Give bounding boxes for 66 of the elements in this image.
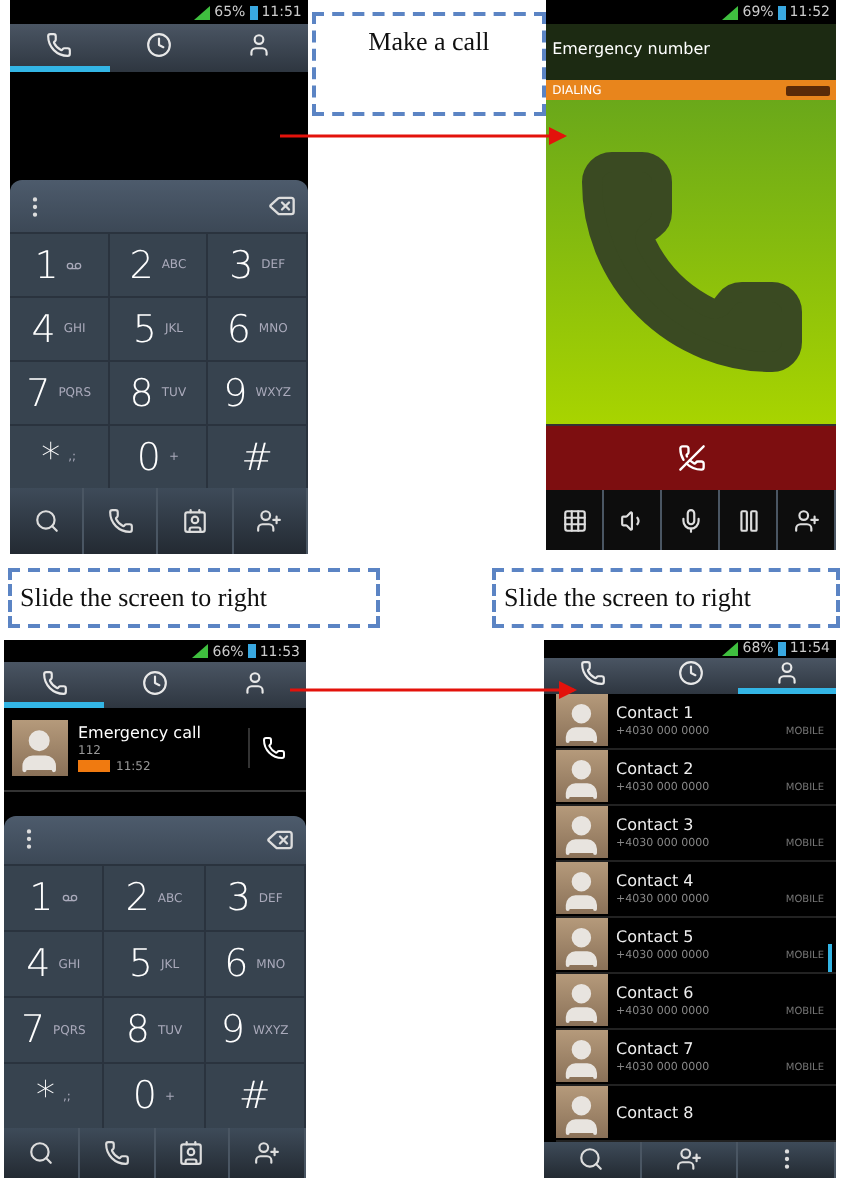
- phone-icon: [579, 659, 606, 686]
- contact-name: Contact 1: [616, 703, 696, 722]
- contact-name: Contact 3: [616, 815, 696, 834]
- scrollbar: [828, 944, 832, 972]
- search-icon: [578, 1146, 605, 1173]
- dial-key[interactable]: #: [208, 424, 308, 488]
- add-contact-icon: [676, 1146, 702, 1173]
- pause-icon: [735, 507, 762, 533]
- avatar-silhouette: [556, 750, 608, 803]
- add-contact-icon: [254, 1140, 281, 1167]
- dial-key[interactable]: 1: [4, 864, 105, 931]
- state-chip: [785, 85, 830, 95]
- avatar-silhouette: [556, 806, 608, 859]
- contact-name: Contact 8: [616, 1103, 696, 1122]
- speaker-icon: [619, 507, 646, 533]
- contact-name: Contact 5: [616, 927, 696, 946]
- avatar-silhouette: [556, 862, 608, 915]
- battery-icon: [247, 644, 256, 659]
- contact-row[interactable]: Contact 8: [556, 1085, 836, 1142]
- dial-key[interactable]: #: [205, 1062, 306, 1129]
- avatar-silhouette: [12, 720, 68, 777]
- contact-name: Contact 2: [616, 759, 696, 778]
- phone-icon: [46, 32, 73, 58]
- phone-icon: [262, 736, 286, 761]
- avatar-silhouette: [556, 694, 608, 747]
- tab[interactable]: [738, 657, 836, 694]
- add-contact-icon: [793, 507, 819, 533]
- person-icon: [242, 669, 269, 696]
- search-icon: [27, 1140, 54, 1167]
- caption: Slide the screen to right: [8, 567, 380, 627]
- signal-icon: [722, 5, 739, 19]
- battery-icon: [777, 5, 786, 19]
- search-icon: [33, 508, 60, 534]
- avatar-silhouette: [556, 1086, 608, 1139]
- voicemail-icon: [66, 257, 83, 273]
- phone-icon: [41, 669, 68, 696]
- dialpad-icon: [561, 507, 588, 533]
- clock-icon: [141, 669, 168, 696]
- voicemail-icon: [61, 890, 78, 907]
- call-icon: [103, 1140, 130, 1167]
- signal-icon: [194, 5, 211, 19]
- contact-name: Contact 6: [616, 983, 696, 1002]
- avatar-silhouette: [556, 974, 608, 1027]
- backspace-icon[interactable]: [267, 192, 296, 220]
- caption: Slide the screen to right: [492, 567, 840, 627]
- caller-name: Emergency call: [78, 723, 203, 742]
- avatar-silhouette: [556, 1030, 608, 1083]
- dial-key[interactable]: 1: [10, 232, 110, 296]
- hang-up-icon: [677, 444, 706, 472]
- person-icon: [245, 32, 272, 58]
- call-title: Emergency number: [546, 24, 836, 80]
- person-icon: [774, 659, 801, 686]
- contact-name: Contact 7: [616, 1039, 696, 1058]
- avatar-silhouette: [556, 918, 608, 971]
- call-icon: [107, 508, 134, 534]
- clock-icon: [677, 659, 703, 686]
- contact-card-icon: [182, 508, 209, 534]
- mic-icon: [677, 507, 704, 533]
- contact-name: Contact 4: [616, 871, 696, 890]
- contact-card-icon: [178, 1140, 205, 1167]
- battery-icon: [249, 5, 258, 19]
- call-type-tag: [78, 760, 110, 773]
- battery-icon: [777, 641, 786, 656]
- clock-icon: [145, 32, 172, 58]
- add-contact-icon: [256, 508, 283, 534]
- backspace-icon[interactable]: [266, 825, 294, 854]
